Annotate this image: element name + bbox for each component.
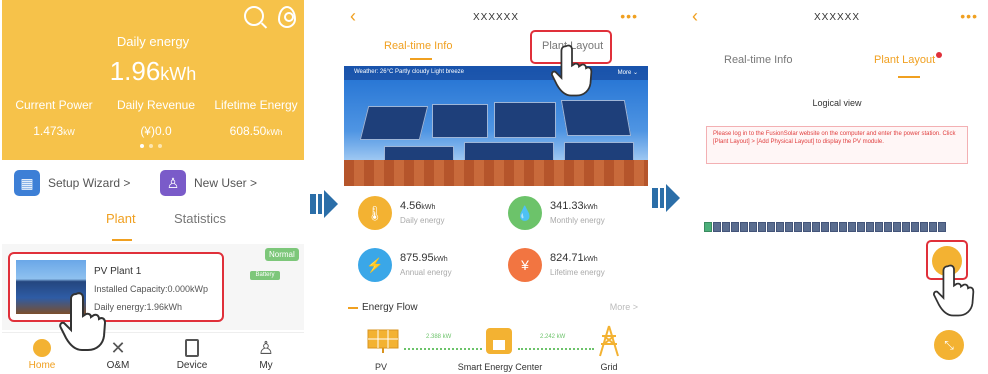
tab-statistics[interactable]: Statistics <box>174 211 226 226</box>
energy-center-icon <box>486 328 512 354</box>
stat-daily-revenue: Daily Revenue (¥)0.0 <box>116 98 196 138</box>
daily-energy-label: Daily energy <box>116 34 190 49</box>
notification-dot <box>936 52 942 58</box>
tab-realtime-info[interactable]: Real-time Info <box>724 54 792 66</box>
tap-hand-icon <box>933 264 975 317</box>
collapse-icon[interactable]: ⤡ <box>934 330 964 360</box>
flow-grid-label: Grid <box>600 362 618 372</box>
location-icon[interactable] <box>278 6 296 28</box>
tab-indicator <box>898 76 920 78</box>
plant-card[interactable]: PV Plant 1 Installed Capacity:0.000kWp D… <box>8 252 224 322</box>
flow-center-label: Smart Energy Center <box>457 362 543 372</box>
monthly-energy-metric: 341.33kWh <box>550 200 598 212</box>
flow-line-grid <box>518 348 594 350</box>
tab-indicator <box>410 58 432 60</box>
tab-plant-layout[interactable]: Plant Layout <box>874 54 935 66</box>
stat-current-power: Current Power 1.473kW <box>15 98 93 138</box>
battery-indicator: Battery <box>250 271 280 280</box>
tap-hand-icon <box>59 292 107 351</box>
plant-name: PV Plant 1 <box>94 266 142 277</box>
status-badge: Normal <box>265 248 299 261</box>
device-icon <box>162 336 222 360</box>
overview-header: Daily energy 1.96kWh Current Power 1.473… <box>2 0 304 160</box>
plant-layout-screen: ‹ XXXXXX ••• Real-time Info Plant Layout… <box>686 0 988 374</box>
monthly-energy-label: Monthly energy <box>550 216 605 225</box>
lifetime-energy-metric: 824.71kWh <box>550 252 598 264</box>
nav-my[interactable]: ♙ My <box>236 333 296 372</box>
setup-wizard-link[interactable]: ▦ Setup Wizard > <box>14 170 130 196</box>
logical-view-label: Logical view <box>812 98 862 108</box>
installed-capacity: Installed Capacity:0.000kWp <box>94 284 209 294</box>
step-arrow-2 <box>652 184 680 212</box>
annual-energy-metric: 875.95kWh <box>400 252 448 264</box>
home-screen: Daily energy 1.96kWh Current Power 1.473… <box>2 0 304 374</box>
daily-energy-label: Daily energy <box>400 216 445 225</box>
bolt-icon: ⚡ <box>358 248 392 282</box>
plant-title: XXXXXX <box>472 12 520 23</box>
lifetime-energy-label: Lifetime energy <box>550 268 605 277</box>
daily-energy-metric: 4.56kWh <box>400 200 436 212</box>
new-user-link[interactable]: ♙ New User > <box>160 170 257 196</box>
grid-tower-icon <box>599 325 619 357</box>
add-user-icon: ♙ <box>160 170 186 196</box>
more-menu-icon[interactable]: ••• <box>620 8 638 24</box>
layout-notice: Please log in to the FusionSolar website… <box>706 126 968 164</box>
flow-value-pv: 2.388 kW <box>426 334 452 340</box>
more-menu-icon[interactable]: ••• <box>960 8 978 24</box>
tab-realtime-info[interactable]: Real-time Info <box>384 40 452 52</box>
flow-value-grid: 2.242 kW <box>540 334 566 340</box>
header-actions <box>244 6 296 28</box>
tab-indicator <box>112 239 132 241</box>
screenshot-scene: Daily energy 1.96kWh Current Power 1.473… <box>0 0 988 374</box>
user-icon: ♙ <box>257 337 275 358</box>
roof-tiles <box>344 160 648 186</box>
weather-more-link[interactable]: More ⌄ <box>618 69 638 76</box>
step-arrow-1 <box>310 190 338 218</box>
search-icon[interactable] <box>244 6 264 26</box>
energy-flow-more-link[interactable]: More > <box>610 302 638 312</box>
coins-icon: ¥ <box>508 248 542 282</box>
thermometer-icon: 🌡 <box>358 196 392 230</box>
tap-hand-icon <box>551 44 593 97</box>
bottom-nav: Home ✕ O&M Device ♙ My <box>2 332 304 374</box>
wizard-icon: ▦ <box>14 170 40 196</box>
nav-device[interactable]: Device <box>162 333 222 371</box>
flow-line-pv <box>404 348 482 350</box>
plant-title: XXXXXX <box>813 12 861 23</box>
flow-pv-label: PV <box>374 362 387 372</box>
carousel-dots <box>140 144 162 148</box>
energy-flow-heading: Energy Flow <box>348 302 418 313</box>
stat-lifetime-energy: Lifetime Energy 608.50kWh <box>214 98 298 138</box>
annual-energy-label: Annual energy <box>400 268 452 277</box>
daily-energy-value: 1.96kWh <box>109 56 197 86</box>
weather-bar: Weather: 26°C Partly cloudy Light breeze… <box>344 66 648 80</box>
tab-plant[interactable]: Plant <box>106 211 136 226</box>
pv-module-strip <box>704 222 946 232</box>
plant-detail-screen: ‹ XXXXXX ••• Real-time Info Plant Layout… <box>344 0 648 374</box>
pv-panel-icon <box>367 329 399 353</box>
drop-icon: 💧 <box>508 196 542 230</box>
